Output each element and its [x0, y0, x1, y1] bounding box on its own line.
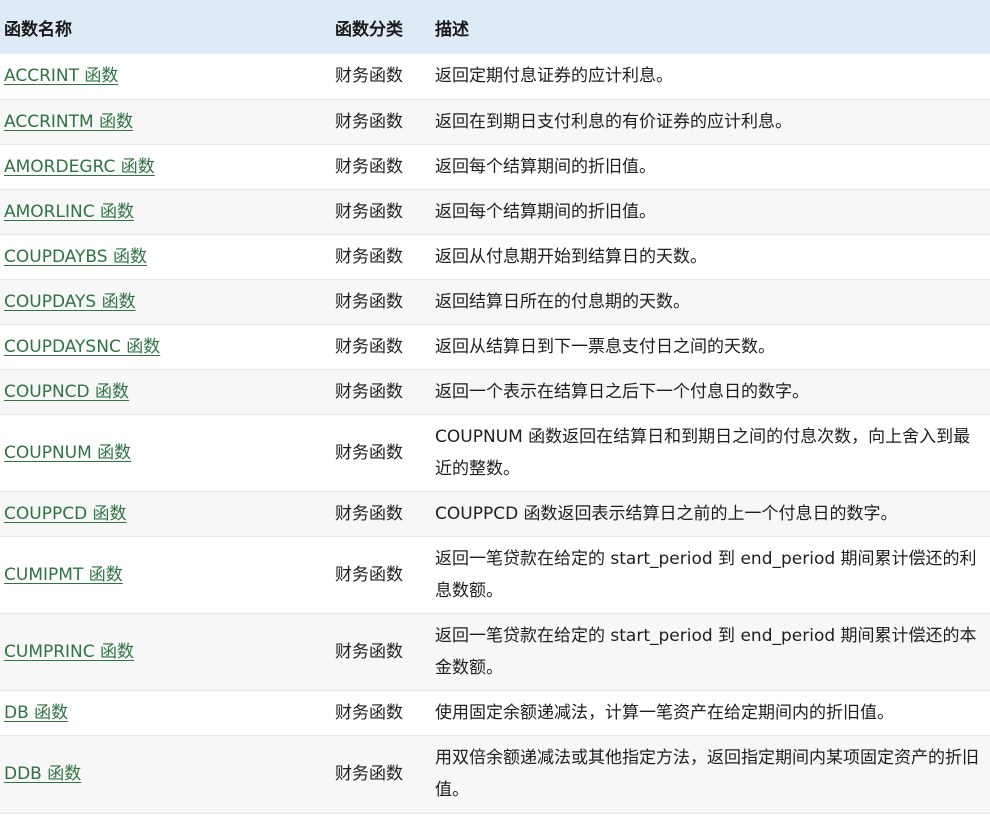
table-row: DB 函数 财务函数 使用固定余额递减法，计算一笔资产在给定期间内的折旧值。 — [0, 690, 990, 735]
function-category: 财务函数 — [335, 641, 403, 662]
table-row: DDB 函数 财务函数 用双倍余额递减法或其他指定方法，返回指定期间内某项固定资… — [0, 735, 990, 813]
table-header: 函数名称 函数分类 描述 — [0, 0, 990, 54]
function-category: 财务函数 — [335, 291, 403, 312]
function-description: 返回从付息期开始到结算日的天数。 — [435, 246, 707, 267]
function-description: 用双倍余额递减法或其他指定方法，返回指定期间内某项固定资产的折旧值。 — [435, 748, 979, 800]
function-description: 返回一个表示在结算日之后下一个付息日的数字。 — [435, 381, 809, 402]
function-category: 财务函数 — [335, 336, 403, 357]
function-link[interactable]: COUPDAYS 函数 — [4, 292, 136, 312]
table-row: COUPDAYBS 函数 财务函数 返回从付息期开始到结算日的天数。 — [0, 234, 990, 279]
function-category: 财务函数 — [335, 564, 403, 585]
function-link[interactable]: ACCRINT 函数 — [4, 66, 118, 86]
function-category: 财务函数 — [335, 503, 403, 524]
function-description: 返回结算日所在的付息期的天数。 — [435, 291, 690, 312]
function-link[interactable]: DDB 函数 — [4, 764, 81, 784]
function-description: 返回一笔贷款在给定的 start_period 到 end_period 期间累… — [435, 625, 977, 678]
function-link[interactable]: AMORLINC 函数 — [4, 202, 134, 222]
function-link[interactable]: COUPNUM 函数 — [4, 443, 131, 463]
function-link[interactable]: CUMPRINC 函数 — [4, 642, 134, 662]
table-row: COUPNUM 函数 财务函数 COUPNUM 函数返回在结算日和到期日之间的付… — [0, 414, 990, 491]
table-row: ACCRINTM 函数 财务函数 返回在到期日支付利息的有价证券的应计利息。 — [0, 99, 990, 144]
function-link[interactable]: COUPPCD 函数 — [4, 504, 127, 524]
function-category: 财务函数 — [335, 702, 403, 723]
function-description: 返回每个结算期间的折旧值。 — [435, 201, 656, 222]
header-function-category: 函数分类 — [335, 19, 403, 40]
function-description: 返回一笔贷款在给定的 start_period 到 end_period 期间累… — [435, 548, 977, 601]
function-link[interactable]: COUPDAYSNC 函数 — [4, 337, 160, 357]
header-function-name: 函数名称 — [4, 19, 72, 40]
function-description: COUPNUM 函数返回在结算日和到期日之间的付息次数，向上舍入到最近的整数。 — [435, 426, 971, 479]
function-description: 使用固定余额递减法，计算一笔资产在给定期间内的折旧值。 — [435, 702, 894, 723]
header-description: 描述 — [435, 19, 469, 40]
function-description: 返回从结算日到下一票息支付日之间的天数。 — [435, 336, 775, 357]
table-row: AMORLINC 函数 财务函数 返回每个结算期间的折旧值。 — [0, 189, 990, 234]
function-category: 财务函数 — [335, 156, 403, 177]
function-description: COUPPCD 函数返回表示结算日之前的上一个付息日的数字。 — [435, 503, 898, 524]
function-category: 财务函数 — [335, 111, 403, 132]
function-category: 财务函数 — [335, 66, 403, 87]
function-category: 财务函数 — [335, 442, 403, 463]
header-row: 函数名称 函数分类 描述 — [0, 0, 990, 54]
function-category: 财务函数 — [335, 201, 403, 222]
table-row: CUMPRINC 函数 财务函数 返回一笔贷款在给定的 start_period… — [0, 613, 990, 690]
function-category: 财务函数 — [335, 246, 403, 267]
table-row: AMORDEGRC 函数 财务函数 返回每个结算期间的折旧值。 — [0, 144, 990, 189]
table-row: COUPDAYSNC 函数 财务函数 返回从结算日到下一票息支付日之间的天数。 — [0, 324, 990, 369]
table-row: COUPPCD 函数 财务函数 COUPPCD 函数返回表示结算日之前的上一个付… — [0, 491, 990, 536]
table-row: COUPDAYS 函数 财务函数 返回结算日所在的付息期的天数。 — [0, 279, 990, 324]
function-link[interactable]: AMORDEGRC 函数 — [4, 157, 155, 177]
function-description: 返回在到期日支付利息的有价证券的应计利息。 — [435, 111, 792, 132]
table-body: ACCRINT 函数 财务函数 返回定期付息证券的应计利息。 ACCRINTM … — [0, 54, 990, 813]
function-link[interactable]: COUPDAYBS 函数 — [4, 247, 147, 267]
function-category: 财务函数 — [335, 764, 403, 784]
function-category: 财务函数 — [335, 381, 403, 402]
table-row: COUPNCD 函数 财务函数 返回一个表示在结算日之后下一个付息日的数字。 — [0, 369, 990, 414]
table-row: ACCRINT 函数 财务函数 返回定期付息证券的应计利息。 — [0, 54, 990, 99]
function-link[interactable]: DB 函数 — [4, 703, 68, 723]
function-description: 返回定期付息证券的应计利息。 — [435, 66, 673, 87]
function-link[interactable]: ACCRINTM 函数 — [4, 112, 133, 132]
function-description: 返回每个结算期间的折旧值。 — [435, 156, 656, 177]
function-link[interactable]: CUMIPMT 函数 — [4, 565, 123, 585]
function-table: 函数名称 函数分类 描述 ACCRINT 函数 财务函数 返回定期付息证券的应计… — [0, 0, 990, 814]
table-row: CUMIPMT 函数 财务函数 返回一笔贷款在给定的 start_period … — [0, 536, 990, 613]
function-link[interactable]: COUPNCD 函数 — [4, 382, 129, 402]
